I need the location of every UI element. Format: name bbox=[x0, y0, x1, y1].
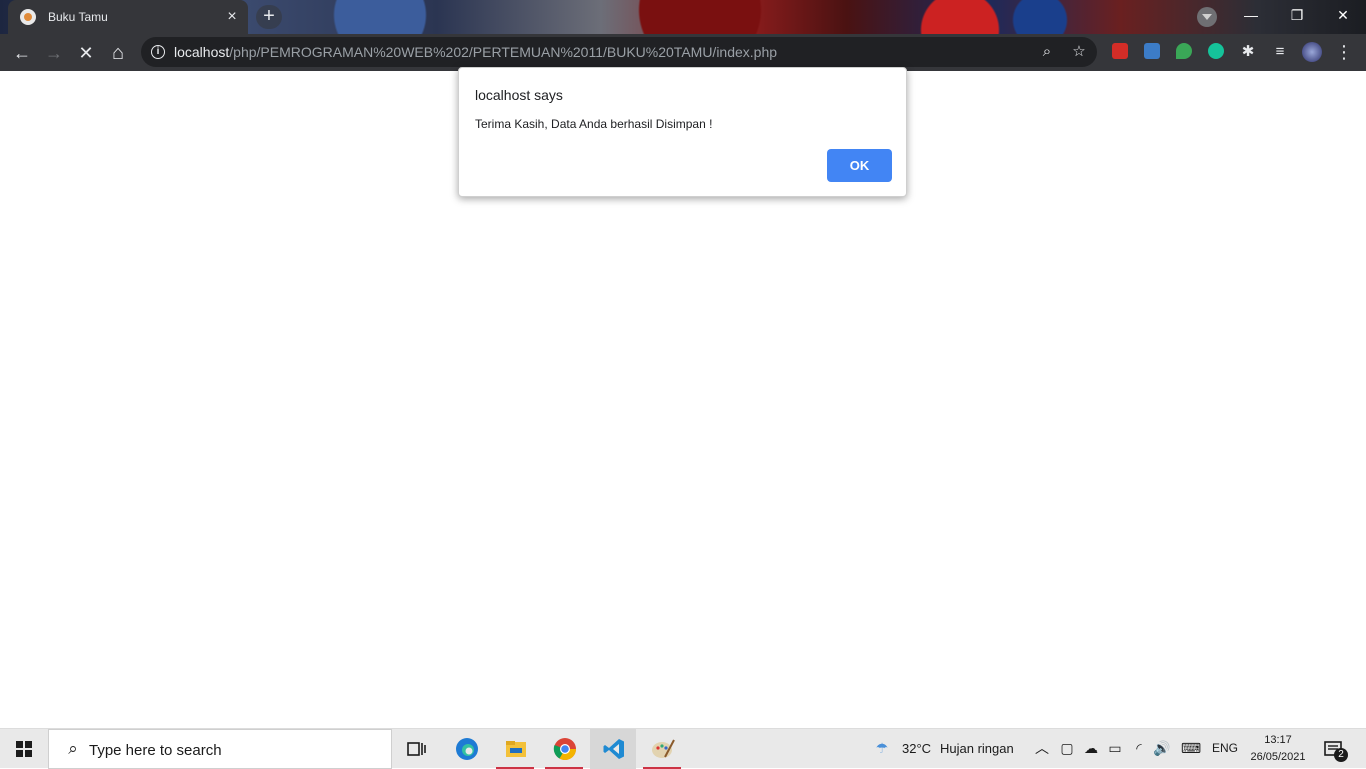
weather-rain-icon[interactable]: ☂ bbox=[873, 739, 891, 757]
site-info-icon[interactable]: i bbox=[151, 45, 165, 59]
media-control-icon[interactable]: ≡ bbox=[1270, 42, 1290, 62]
windows-logo-icon bbox=[16, 741, 32, 757]
url-host: localhost bbox=[174, 44, 230, 60]
clock-time: 13:17 bbox=[1264, 734, 1292, 746]
tab-close-icon[interactable]: × bbox=[222, 7, 242, 27]
onedrive-cloud-icon[interactable]: ☁ bbox=[1082, 739, 1100, 757]
start-button[interactable] bbox=[0, 729, 48, 769]
taskbar-edge[interactable] bbox=[443, 729, 489, 769]
task-view-icon bbox=[407, 742, 426, 756]
dialog-message: Terima Kasih, Data Anda berhasil Disimpa… bbox=[475, 117, 713, 131]
bookmark-star-icon[interactable]: ☆ bbox=[1069, 42, 1089, 62]
chevron-up-icon[interactable]: ︿ bbox=[1033, 739, 1051, 757]
volume-icon[interactable]: 🔊 bbox=[1153, 739, 1171, 757]
address-bar[interactable]: i localhost/php/PEMROGRAMAN%20WEB%202/PE… bbox=[141, 37, 1097, 67]
tab-search-button[interactable] bbox=[1197, 7, 1217, 27]
restore-button[interactable]: ❐ bbox=[1274, 0, 1320, 30]
alert-dialog: localhost says Terima Kasih, Data Anda b… bbox=[458, 67, 907, 197]
dialog-title: localhost says bbox=[475, 87, 563, 103]
extensions-puzzle-icon[interactable]: ✱ bbox=[1238, 42, 1258, 62]
chrome-icon bbox=[553, 738, 576, 760]
minimize-button[interactable]: — bbox=[1228, 0, 1274, 30]
home-button[interactable]: ⌂ bbox=[104, 39, 132, 67]
tab-buku-tamu[interactable]: Buku Tamu × bbox=[8, 0, 248, 34]
stop-loading-button[interactable]: ✕ bbox=[72, 39, 100, 67]
file-explorer-icon bbox=[506, 741, 526, 757]
close-window-button[interactable]: ✕ bbox=[1320, 0, 1366, 30]
meet-now-icon[interactable]: ▢ bbox=[1058, 739, 1076, 757]
s-extension-icon[interactable] bbox=[1144, 43, 1160, 59]
paint-icon bbox=[652, 739, 675, 758]
new-tab-button[interactable]: + bbox=[256, 5, 282, 29]
green-extension-icon[interactable] bbox=[1176, 43, 1192, 59]
zoom-icon[interactable]: ⌕ bbox=[1037, 42, 1057, 62]
url-path: /php/PEMROGRAMAN%20WEB%202/PERTEMUAN%201… bbox=[229, 44, 778, 60]
forward-button[interactable]: → bbox=[40, 39, 68, 67]
xampp-favicon-icon bbox=[20, 9, 36, 25]
notification-count-badge: 2 bbox=[1334, 748, 1348, 762]
weather-desc[interactable]: Hujan ringan bbox=[940, 741, 1014, 756]
taskbar-paint[interactable] bbox=[639, 729, 685, 769]
search-icon: ⌕ bbox=[68, 739, 78, 758]
profile-avatar-icon[interactable] bbox=[1302, 42, 1322, 62]
clock[interactable]: 13:17 26/05/2021 bbox=[1240, 732, 1316, 766]
search-placeholder: Type here to search bbox=[89, 742, 222, 759]
clock-date: 26/05/2021 bbox=[1250, 751, 1306, 763]
task-view-button[interactable] bbox=[393, 729, 439, 769]
url-text[interactable]: localhost/php/PEMROGRAMAN%20WEB%202/PERT… bbox=[174, 44, 777, 60]
browser-toolbar: ← → ✕ ⌂ i localhost/php/PEMROGRAMAN%20WE… bbox=[0, 34, 1366, 71]
battery-icon[interactable]: ▭ bbox=[1106, 739, 1124, 757]
taskbar-search-box[interactable]: ⌕ Type here to search bbox=[48, 729, 392, 769]
taskbar-file-explorer[interactable] bbox=[492, 729, 538, 769]
touch-keyboard-icon[interactable]: ⌨ bbox=[1179, 739, 1203, 757]
windows-taskbar: ⌕ Type here to search ☂ 32°C Hujan ringa… bbox=[0, 728, 1366, 769]
vscode-icon bbox=[603, 739, 624, 759]
edge-icon bbox=[456, 738, 478, 760]
wifi-icon[interactable]: ◜ bbox=[1130, 739, 1148, 757]
tab-title: Buku Tamu bbox=[48, 10, 108, 24]
language-indicator[interactable]: ENG bbox=[1212, 741, 1238, 755]
browser-tabstrip: Buku Tamu × + — ❐ ✕ bbox=[0, 0, 1366, 34]
back-button[interactable]: ← bbox=[8, 39, 36, 67]
taskbar-vscode[interactable] bbox=[590, 729, 636, 769]
grammarly-icon[interactable] bbox=[1208, 43, 1224, 59]
taskbar-chrome[interactable] bbox=[541, 729, 587, 769]
chrome-menu-icon[interactable]: ⋮ bbox=[1334, 42, 1354, 62]
ok-button[interactable]: OK bbox=[827, 149, 892, 182]
weather-temp[interactable]: 32°C bbox=[902, 741, 931, 756]
lastpass-icon[interactable] bbox=[1112, 43, 1128, 59]
